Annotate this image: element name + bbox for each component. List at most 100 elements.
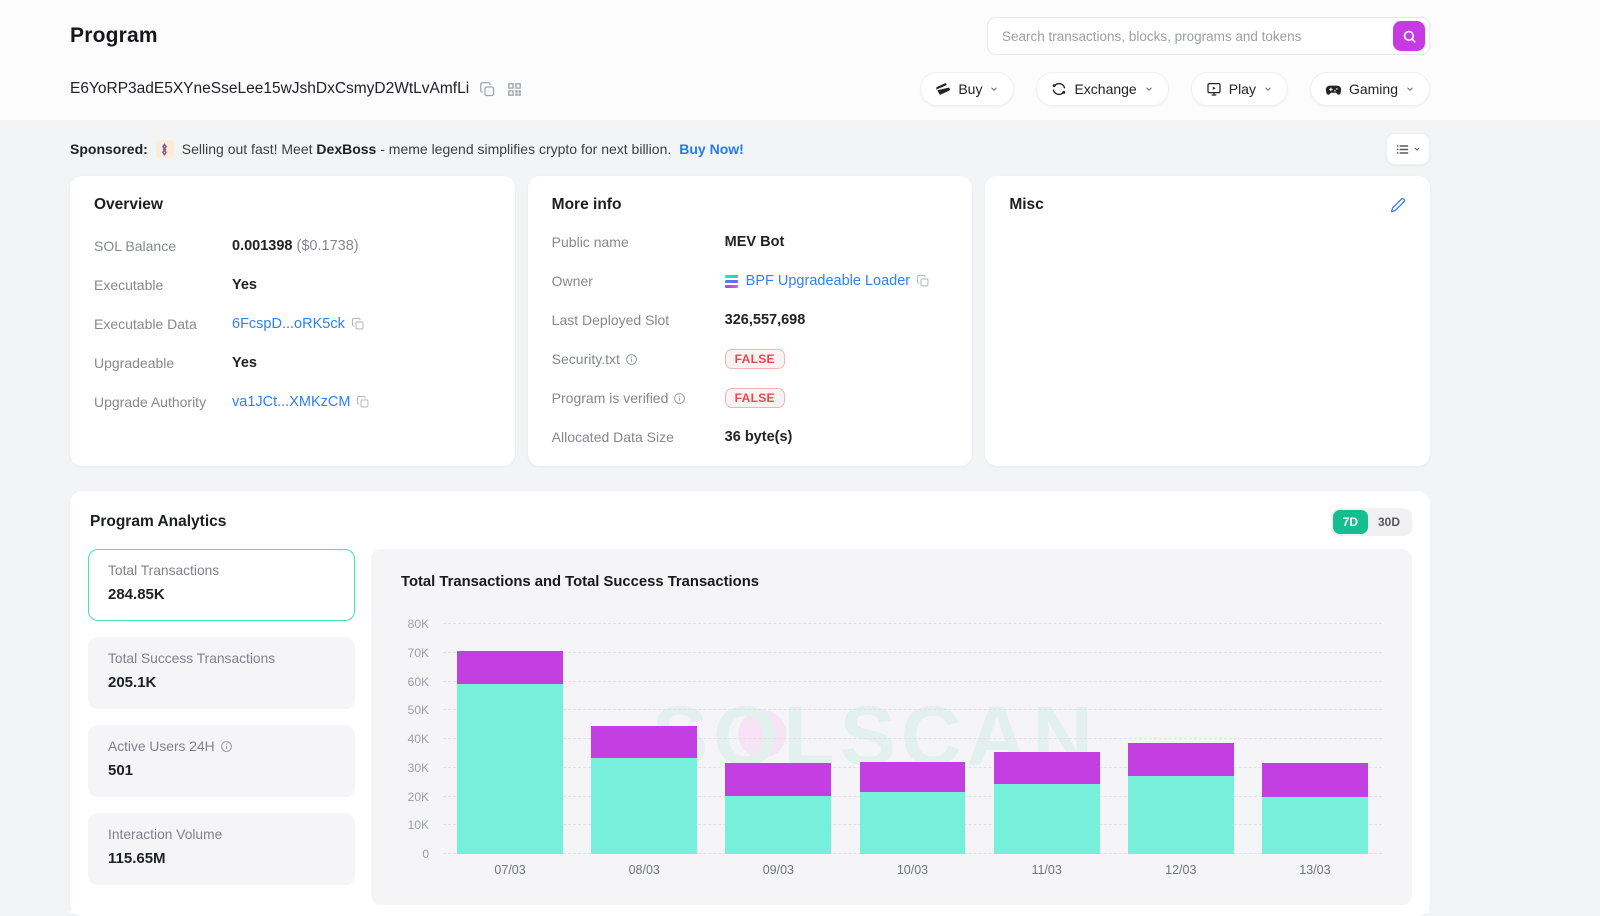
last-deployed-slot-value: 326,557,698 — [725, 312, 806, 328]
play-label: Play — [1229, 81, 1256, 97]
chart-bar-13/03[interactable] — [1248, 624, 1382, 854]
row-label: Owner — [552, 273, 725, 289]
executable-value: Yes — [232, 277, 257, 293]
bar-segment-success — [1128, 776, 1234, 854]
card-title: Overview — [94, 196, 491, 214]
y-axis-label: 80K — [387, 617, 429, 631]
chevron-down-icon — [989, 84, 999, 94]
more-info-row: Program is verified FALSE — [552, 387, 949, 409]
bar-segment-total — [457, 651, 563, 684]
upgrade-authority-link[interactable]: va1JCt...XMKzCM — [232, 394, 370, 410]
x-axis-label: 10/03 — [845, 863, 979, 877]
bar-segment-total — [1128, 743, 1234, 776]
copy-icon[interactable] — [916, 274, 930, 288]
exchange-icon — [1051, 81, 1067, 97]
sponsored-label: Sponsored: — [70, 141, 148, 157]
x-axis: 07/0308/0309/0310/0311/0312/0313/03 — [443, 863, 1382, 877]
info-icon[interactable] — [220, 740, 233, 753]
bar-segment-total — [994, 752, 1100, 784]
stat-card-total-success-transactions[interactable]: Total Success Transactions 205.1K — [88, 637, 355, 709]
bar-segment-total — [860, 762, 966, 792]
chart-panel: Total Transactions and Total Success Tra… — [371, 549, 1412, 905]
stat-value: 284.85K — [108, 586, 335, 603]
more-info-row: Allocated Data Size 36 byte(s) — [552, 426, 949, 448]
chart-bar-10/03[interactable] — [845, 624, 979, 854]
exchange-button[interactable]: Exchange — [1036, 72, 1168, 106]
copy-icon[interactable] — [351, 317, 365, 331]
info-icon[interactable] — [673, 392, 686, 405]
page: Program E6YoRP3adE5XYneSseLee15wJshDxCsm… — [0, 0, 1600, 913]
range-toggle: 7D 30D — [1331, 508, 1412, 536]
stat-label: Total Transactions — [108, 563, 219, 578]
nav-buttons: Buy Exchange Play — [920, 72, 1430, 106]
y-axis-label: 40K — [387, 732, 429, 746]
card-title: Misc — [1009, 196, 1043, 214]
bar-segment-success — [994, 784, 1100, 854]
chart-bar-08/03[interactable] — [577, 624, 711, 854]
sponsored-row: Sponsored: Selling out fast! Meet DexBos… — [70, 133, 1430, 165]
stat-label: Interaction Volume — [108, 827, 222, 842]
gaming-button[interactable]: Gaming — [1310, 72, 1430, 106]
range-30d-button[interactable]: 30D — [1368, 510, 1410, 534]
edit-button[interactable] — [1390, 197, 1406, 213]
chart-bar-12/03[interactable] — [1114, 624, 1248, 854]
program-address: E6YoRP3adE5XYneSseLee15wJshDxCsmyD2WtLvA… — [70, 80, 469, 98]
chart-bars — [443, 624, 1382, 854]
range-7d-button[interactable]: 7D — [1333, 510, 1368, 534]
page-title: Program — [70, 24, 158, 48]
overview-row: SOL Balance 0.001398 ($0.1738) — [94, 235, 491, 257]
overview-card: Overview SOL Balance 0.001398 ($0.1738) … — [70, 176, 515, 466]
search-icon — [1402, 29, 1417, 44]
play-button[interactable]: Play — [1191, 72, 1288, 106]
pencil-icon — [1390, 197, 1406, 213]
bar-segment-total — [725, 763, 831, 795]
card-title: More info — [552, 196, 949, 214]
x-axis-label: 08/03 — [577, 863, 711, 877]
play-screen-icon — [1206, 81, 1222, 97]
search-button[interactable] — [1393, 21, 1425, 51]
chart-bar-09/03[interactable] — [711, 624, 845, 854]
row-label: Allocated Data Size — [552, 429, 725, 445]
credit-card-icon — [935, 81, 951, 97]
row-label: Program is verified — [552, 390, 669, 406]
bar-segment-success — [457, 684, 563, 854]
buy-button[interactable]: Buy — [920, 72, 1014, 106]
solana-logo-icon — [725, 275, 738, 288]
program-analytics-card: Program Analytics 7D 30D Total Transacti… — [70, 491, 1430, 916]
header: Program E6YoRP3adE5XYneSseLee15wJshDxCsm… — [0, 0, 1600, 120]
x-axis-label: 09/03 — [711, 863, 845, 877]
chart-bar-07/03[interactable] — [443, 624, 577, 854]
security-txt-badge: FALSE — [725, 349, 785, 369]
info-icon[interactable] — [625, 353, 638, 366]
row-label: Executable — [94, 277, 232, 293]
executable-data-link[interactable]: 6FcspD...oRK5ck — [232, 316, 365, 332]
stat-label: Total Success Transactions — [108, 651, 275, 666]
more-info-card: More info Public name MEV Bot Owner BPF … — [528, 176, 973, 466]
copy-icon[interactable] — [356, 395, 370, 409]
chevron-down-icon — [1405, 84, 1415, 94]
program-verified-badge: FALSE — [725, 388, 785, 408]
copy-address-icon[interactable] — [479, 81, 496, 98]
list-icon — [1395, 142, 1410, 157]
y-axis-label: 10K — [387, 818, 429, 832]
buy-now-link[interactable]: Buy Now! — [679, 141, 744, 157]
search-input[interactable] — [1002, 29, 1393, 44]
more-info-row: Last Deployed Slot 326,557,698 — [552, 309, 949, 331]
stat-card-active-users-24h[interactable]: Active Users 24H 501 — [88, 725, 355, 797]
row-label: Last Deployed Slot — [552, 312, 725, 328]
qr-code-icon[interactable] — [506, 81, 523, 98]
gamepad-icon — [1325, 81, 1342, 98]
stats-column: Total Transactions 284.85K Total Success… — [88, 549, 355, 905]
row-label: Executable Data — [94, 316, 232, 332]
owner-link[interactable]: BPF Upgradeable Loader — [725, 273, 930, 289]
stat-card-interaction-volume[interactable]: Interaction Volume 115.65M — [88, 813, 355, 885]
stat-value: 115.65M — [108, 850, 335, 867]
upgradeable-value: Yes — [232, 355, 257, 371]
ad-options-button[interactable] — [1386, 133, 1430, 165]
misc-card: Misc — [985, 176, 1430, 466]
stat-card-total-transactions[interactable]: Total Transactions 284.85K — [88, 549, 355, 621]
sponsor-brand: DexBoss — [316, 141, 376, 157]
chart-bar-11/03[interactable] — [980, 624, 1114, 854]
chart-plot: SOLSCAN 010K20K30K40K50K60K70K80K — [443, 624, 1382, 854]
gaming-label: Gaming — [1349, 81, 1398, 97]
